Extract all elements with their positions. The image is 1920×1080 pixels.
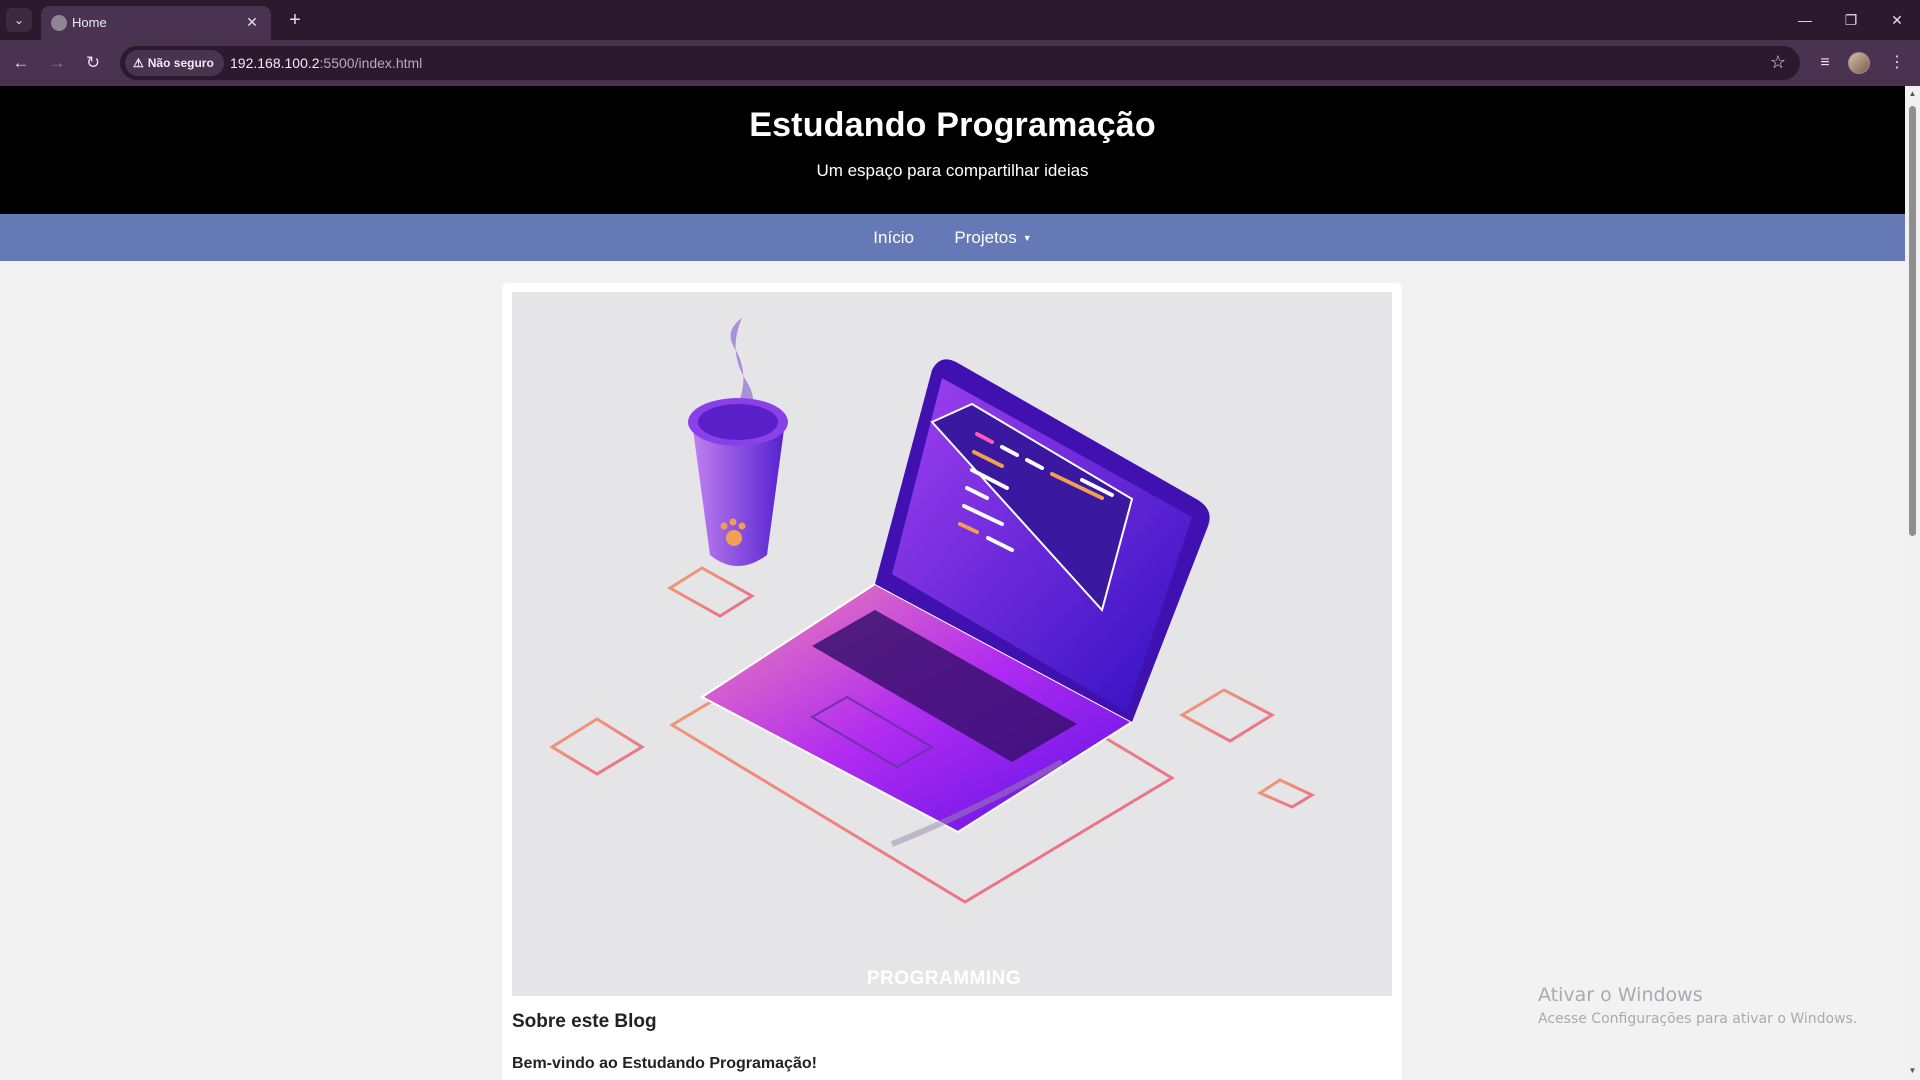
security-chip[interactable]: ⚠ Não seguro (125, 50, 224, 76)
window-close-icon[interactable]: ✕ (1874, 0, 1920, 40)
avatar[interactable] (1848, 52, 1870, 74)
scroll-thumb[interactable] (1909, 106, 1916, 536)
menu-icon[interactable]: ⋮ (1884, 51, 1910, 75)
star-icon[interactable]: ☆ (1770, 52, 1786, 73)
site-nav: Início Projetos ▼ (0, 214, 1905, 261)
watermark-title: Ativar o Windows (1538, 984, 1703, 1006)
page-viewport: Estudando Programação Um espaço para com… (0, 86, 1920, 1080)
browser-tab[interactable]: Home ✕ (41, 6, 271, 40)
forward-icon[interactable]: → (44, 50, 70, 76)
page-scrollbar[interactable]: ▲ ▼ (1905, 86, 1920, 1080)
windows-activation-watermark: Ativar o Windows Acesse Configurações pa… (1538, 984, 1857, 1027)
tab-list-icon[interactable]: ⌄ (6, 8, 32, 32)
site-header: Estudando Programação Um espaço para com… (0, 86, 1905, 214)
welcome-text: Bem-vindo ao Estudando Programação! (512, 1055, 817, 1072)
browser-tab-bar: ⌄ Home ✕ + — ❐ ✕ (0, 0, 1920, 40)
warning-icon: ⚠ (133, 56, 144, 70)
page-title: Estudando Programação (749, 106, 1156, 144)
plus-icon[interactable]: + (282, 8, 308, 34)
address-bar[interactable]: ⚠ Não seguro 192.168.100.2:5500/index.htm… (120, 46, 1800, 80)
page-subtitle: Um espaço para compartilhar ideias (816, 161, 1089, 180)
scroll-down-icon[interactable]: ▼ (1908, 1066, 1917, 1076)
media-icon[interactable]: ≡ (1812, 51, 1838, 75)
restore-icon[interactable]: ❐ (1828, 0, 1874, 40)
caret-down-icon: ▼ (1022, 233, 1032, 243)
about-heading: Sobre este Blog (512, 1011, 657, 1032)
scroll-up-icon[interactable]: ▲ (1908, 89, 1917, 99)
watermark-subtitle: Acesse Configurações para ativar o Windo… (1538, 1011, 1858, 1027)
hero-image: PROGRAMMING (512, 292, 1392, 996)
hero-caption: PROGRAMMING (867, 968, 1021, 989)
reload-icon[interactable]: ↻ (80, 50, 106, 76)
url-host: 192.168.100.2 (230, 55, 320, 71)
nav-link-projects[interactable]: Projetos ▼ (954, 214, 1031, 262)
coffee-cup (688, 318, 788, 566)
content-card: PROGRAMMING Sobre este Blog Bem-vindo ao… (502, 283, 1402, 1080)
close-icon[interactable]: ✕ (242, 12, 262, 32)
globe-icon (51, 15, 67, 31)
security-label: Não seguro (147, 56, 214, 70)
tab-title: Home (72, 15, 107, 30)
url-path: :5500/index.html (319, 55, 423, 71)
nav-link-projects-label: Projetos (954, 228, 1017, 247)
back-icon[interactable]: ← (8, 50, 34, 76)
minimize-icon[interactable]: — (1782, 0, 1828, 40)
browser-toolbar: ← → ↻ ⚠ Não seguro 192.168.100.2:5500/ind… (0, 40, 1920, 86)
nav-link-home[interactable]: Início (873, 214, 914, 261)
url-text[interactable]: 192.168.100.2:5500/index.html (230, 55, 422, 71)
